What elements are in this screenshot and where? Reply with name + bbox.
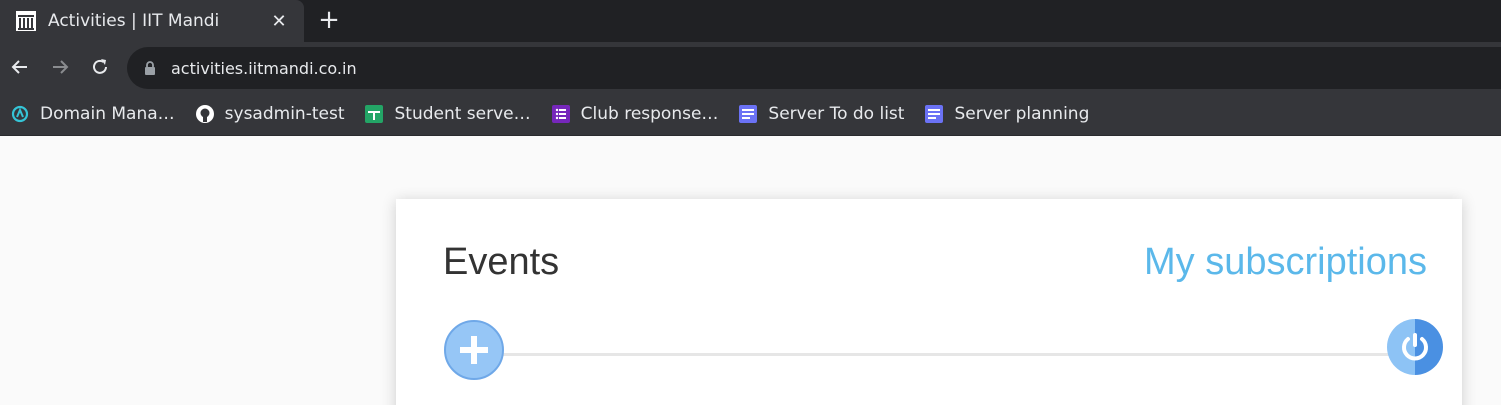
events-card: Events My subscriptions: [396, 199, 1462, 405]
reload-button[interactable]: [88, 55, 112, 79]
bookmark-label: Domain Mana…: [40, 103, 175, 124]
forms-icon: [551, 104, 571, 124]
events-heading: Events: [443, 241, 560, 283]
forward-arrow-icon: [53, 60, 69, 74]
tab-title: Activities | IIT Mandi: [48, 11, 220, 31]
timeline-track: [474, 353, 1390, 356]
bookmark-server-planning[interactable]: Server planning: [924, 98, 1099, 130]
bookmark-label: Server To do list: [768, 103, 905, 124]
url-text: activities.iitmandi.co.in: [171, 58, 357, 78]
browser-tab[interactable]: Activities | IIT Mandi ✕: [0, 0, 304, 42]
power-button[interactable]: [1387, 319, 1443, 375]
sheets-icon: [364, 104, 384, 124]
bookmark-club-response[interactable]: Club response…: [551, 98, 729, 130]
address-bar[interactable]: activities.iitmandi.co.in: [127, 47, 1501, 89]
bookmark-label: sysadmin-test: [224, 103, 345, 124]
site-favicon-icon: [16, 11, 36, 31]
lock-icon: [145, 61, 155, 75]
bookmark-label: Student serve…: [394, 103, 531, 124]
bookmarks-bar: Domain Mana… sysadmin-test Student serve…: [0, 92, 1501, 136]
bookmark-sysadmin-test[interactable]: sysadmin-test: [195, 98, 355, 130]
bookmark-domain-manager[interactable]: Domain Mana…: [10, 98, 185, 130]
browser-toolbar: activities.iitmandi.co.in: [0, 42, 1501, 92]
tab-strip: Activities | IIT Mandi ✕ +: [0, 0, 1501, 42]
domain-icon: [10, 104, 30, 124]
docs-icon: [738, 104, 758, 124]
plus-icon: [460, 336, 488, 364]
add-event-button[interactable]: [444, 320, 504, 380]
github-icon: [195, 104, 215, 124]
docs-icon: [924, 104, 944, 124]
my-subscriptions-link[interactable]: My subscriptions: [1144, 241, 1427, 284]
back-arrow-icon: [11, 60, 27, 74]
back-button[interactable]: [8, 55, 32, 79]
bookmark-student-server[interactable]: Student serve…: [364, 98, 540, 130]
power-icon: [1402, 333, 1428, 361]
forward-button[interactable]: [48, 55, 72, 79]
bookmark-label: Server planning: [954, 103, 1090, 124]
close-tab-icon[interactable]: ✕: [266, 8, 292, 34]
reload-icon: [93, 59, 107, 74]
new-tab-button[interactable]: +: [316, 7, 342, 34]
page-content: Events My subscriptions: [0, 136, 1501, 405]
bookmark-label: Club response…: [580, 103, 719, 124]
bookmark-server-todo[interactable]: Server To do list: [738, 98, 914, 130]
